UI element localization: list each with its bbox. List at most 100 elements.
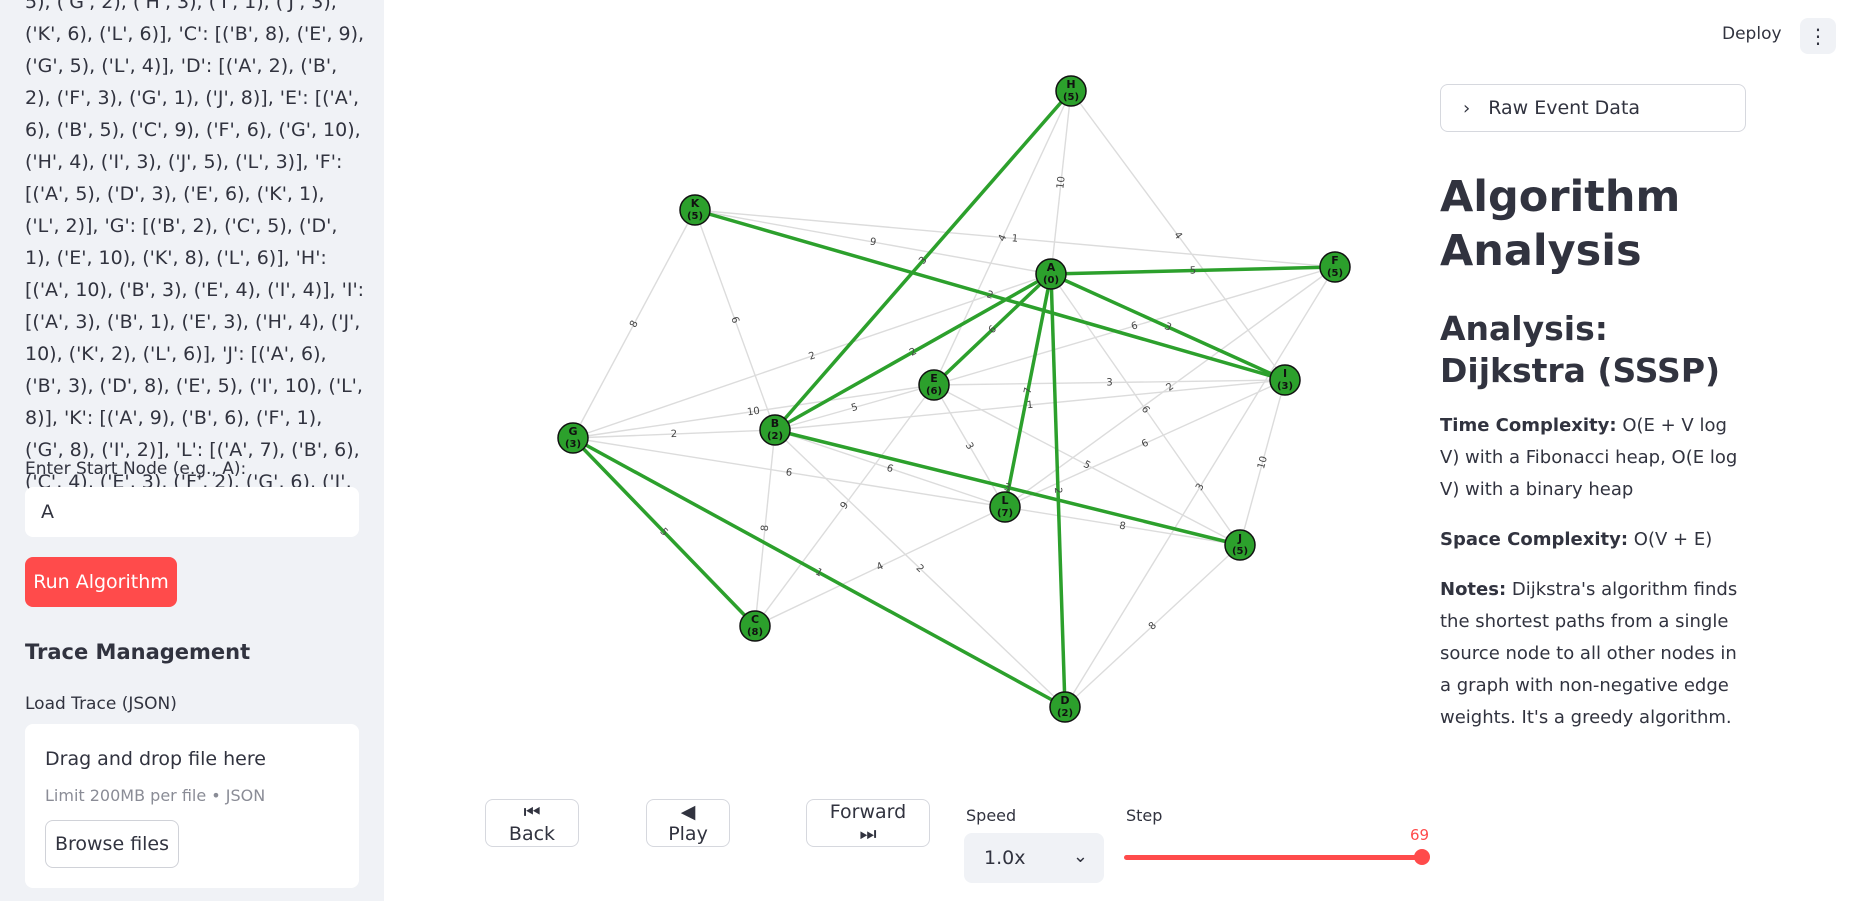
node-distance-label: (3) [1277, 381, 1293, 392]
edge-weight-label: 10 [1055, 176, 1067, 190]
notes-text: Dijkstra's algorithm finds the shortest … [1440, 579, 1738, 728]
node-J: J(5) [1224, 529, 1256, 561]
chevron-right-icon: › [1463, 97, 1471, 119]
node-id-label: I [1283, 367, 1287, 380]
edge-weight-label: 1 [1026, 400, 1033, 412]
edge-weight-label: 2 [807, 350, 817, 362]
start-node-input[interactable] [25, 487, 359, 537]
notes: Notes: Dijkstra's algorithm finds the sh… [1440, 574, 1750, 734]
node-distance-label: (5) [1063, 92, 1079, 103]
edge-weight-label: 5 [850, 402, 859, 414]
analysis-subtitle: Analysis: Dijkstra (SSSP) [1440, 309, 1721, 390]
node-distance-label: (2) [1057, 708, 1073, 719]
node-distance-label: (5) [1232, 546, 1248, 557]
step-slider-thumb[interactable] [1414, 849, 1430, 865]
edge-weight-label: 2 [671, 429, 678, 440]
edge-weight-label: 4 [875, 561, 885, 574]
notes-label: Notes: [1440, 579, 1507, 600]
time-complexity-label: Time Complexity: [1440, 415, 1617, 436]
node-id-label: F [1331, 254, 1339, 267]
node-I: I(3) [1269, 364, 1301, 396]
run-algorithm-button[interactable]: Run Algorithm [25, 557, 177, 607]
sidebar: 5), ('G', 2), ('H', 3), ('I', 1), ('J', … [0, 0, 384, 901]
node-D: D(2) [1049, 691, 1081, 723]
node-id-label: H [1066, 78, 1075, 91]
node-distance-label: (0) [1043, 275, 1059, 286]
node-id-label: L [1001, 494, 1008, 507]
edge-weight-label: 8 [1118, 521, 1126, 533]
edge-weight-label: 8 [628, 319, 641, 330]
edge-weight-label: 7 [1022, 386, 1034, 394]
dropzone-title: Drag and drop file here [45, 748, 266, 770]
edge-weight-label: 1 [1011, 233, 1018, 245]
expander-label: Raw Event Data [1488, 97, 1641, 119]
step-label: Step [1126, 806, 1163, 825]
graph-visualization: 2651036972285313662295431861043531286410… [557, 75, 1351, 723]
file-dropzone[interactable]: Drag and drop file here Limit 200MB per … [25, 724, 359, 888]
space-complexity-text: O(V + E) [1633, 529, 1713, 550]
node-H: H(5) [1055, 75, 1087, 107]
node-id-label: J [1237, 532, 1242, 545]
dropzone-limit-text: Limit 200MB per file • JSON [45, 786, 266, 805]
raw-event-data-expander[interactable]: › Raw Event Data [1440, 84, 1746, 132]
forward-button[interactable]: Forward ⏭ [806, 799, 930, 847]
edge-weight-label: 6 [728, 315, 741, 325]
analysis-title: Algorithm Analysis [1440, 172, 1681, 276]
edge-weight-label: 8 [760, 524, 772, 531]
space-complexity-label: Space Complexity: [1440, 529, 1629, 550]
node-id-label: K [691, 197, 700, 210]
node-F: F(5) [1319, 251, 1351, 283]
time-complexity: Time Complexity: O(E + V log V) with a F… [1440, 410, 1750, 506]
node-distance-label: (3) [565, 439, 581, 450]
adjacency-list-text: 5), ('G', 2), ('H', 3), ('I', 1), ('J', … [25, 0, 365, 525]
edge-weight-label: 4 [997, 233, 1010, 243]
step-value: 69 [1410, 826, 1430, 844]
speed-select[interactable]: 1.0x ⌄ [964, 833, 1104, 883]
speed-value: 1.0x [984, 847, 1026, 869]
edge-weight-label: 3 [1194, 482, 1207, 493]
load-trace-label: Load Trace (JSON) [25, 694, 177, 714]
edge-weight-label: 5 [1081, 459, 1092, 472]
node-A: A(0) [1035, 258, 1067, 290]
node-distance-label: (7) [997, 508, 1013, 519]
trace-management-heading: Trace Management [25, 640, 251, 664]
node-id-label: G [568, 425, 577, 438]
edge-weight-label: 6 [885, 463, 895, 475]
node-G: G(3) [557, 422, 589, 454]
node-id-label: C [751, 613, 759, 626]
deploy-button[interactable]: Deploy [1722, 24, 1782, 44]
play-button[interactable]: ◀ Play [646, 799, 730, 847]
edge-weight-label: 10 [1256, 455, 1270, 470]
space-complexity: Space Complexity: O(V + E) [1440, 524, 1750, 556]
edge-weight-label: 2 [985, 289, 994, 301]
edge-weight-label: 9 [869, 237, 877, 249]
node-K: K(5) [679, 194, 711, 226]
node-id-label: A [1047, 261, 1056, 274]
node-distance-label: (6) [926, 386, 942, 397]
node-E: E(6) [918, 369, 950, 401]
speed-label: Speed [966, 806, 1017, 825]
edge-weight-label: 10 [746, 406, 760, 419]
edge-weight-label: 6 [1139, 404, 1152, 416]
edge-weight-label: 6 [1140, 438, 1150, 451]
edge-weight-label: 6 [1130, 320, 1139, 332]
browse-files-button[interactable]: Browse files [45, 820, 179, 868]
back-button[interactable]: ⏮ Back [485, 799, 579, 847]
node-id-label: B [771, 417, 779, 430]
step-slider-track[interactable] [1124, 855, 1420, 860]
edge-weight-label: 5 [1190, 265, 1197, 276]
edge-weight-label: 6 [785, 467, 793, 479]
node-distance-label: (2) [767, 431, 783, 442]
chevron-down-icon: ⌄ [1072, 846, 1088, 867]
kebab-menu-icon[interactable]: ⋮ [1800, 18, 1836, 54]
edge-weight-label: 3 [963, 441, 976, 452]
node-distance-label: (5) [1327, 268, 1343, 279]
node-id-label: E [930, 372, 938, 385]
node-B: B(2) [759, 414, 791, 446]
node-distance-label: (8) [747, 627, 763, 638]
start-node-label: Enter Start Node (e.g., A): [25, 459, 247, 479]
analysis-panel: Algorithm Analysis Analysis: Dijkstra (S… [1440, 170, 1750, 752]
node-L: L(7) [989, 491, 1021, 523]
edge-weight-label: 2 [1052, 487, 1063, 494]
node-distance-label: (5) [687, 211, 703, 222]
